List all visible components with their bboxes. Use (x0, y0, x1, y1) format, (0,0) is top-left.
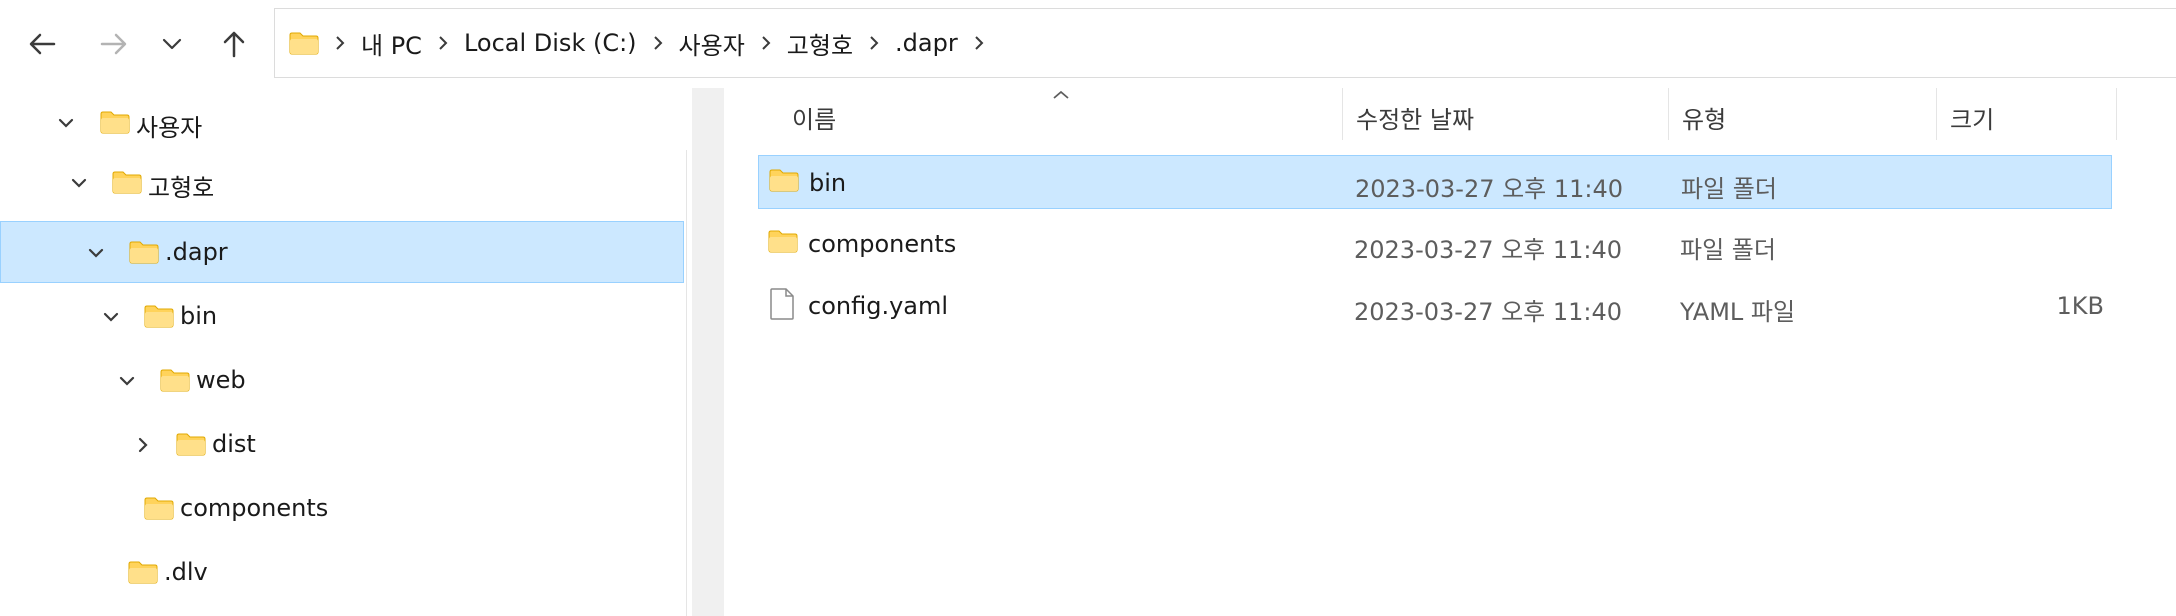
tree-item-web[interactable]: web (0, 350, 684, 412)
arrow-right-icon (100, 33, 127, 55)
tree-item-label: bin (180, 302, 218, 330)
folder-icon (768, 230, 798, 253)
file-name: bin (809, 169, 847, 197)
tree-item-label: dist (212, 430, 256, 458)
tree-item-dist[interactable]: dist (0, 414, 684, 476)
tree-item-label: .dlv (164, 558, 208, 586)
column-header-name[interactable]: 이름 (792, 100, 836, 135)
folder-icon (769, 169, 799, 192)
chevron-down-icon[interactable] (116, 370, 138, 392)
file-type: YAML 파일 (1680, 298, 1796, 326)
tree-item-dapr[interactable]: .dapr (0, 221, 684, 283)
tree-item-user[interactable]: 고형호 (0, 152, 684, 214)
sort-ascending-icon (1053, 90, 1069, 99)
chevron-right-icon (761, 35, 771, 51)
tree-item-label: .dapr (165, 238, 228, 266)
navigation-pane: 사용자 고형호 .dapr bin web dist components .d… (0, 88, 688, 616)
chevron-right-icon (653, 35, 663, 51)
breadcrumb-item-users[interactable]: 사용자 (679, 26, 745, 61)
chevron-down-icon[interactable] (55, 112, 77, 134)
tree-item-dlv[interactable]: .dlv (0, 542, 684, 604)
column-divider[interactable] (1342, 88, 1343, 140)
breadcrumb-item-local-disk[interactable]: Local Disk (C:) (464, 29, 637, 57)
column-headers: 이름 수정한 날짜 유형 크기 (724, 88, 2176, 140)
column-divider[interactable] (2116, 88, 2117, 140)
folder-icon (112, 171, 142, 194)
folder-icon (289, 31, 319, 55)
breadcrumb-item-dapr[interactable]: .dapr (895, 29, 958, 57)
chevron-right-icon[interactable] (974, 35, 984, 51)
tree-item-label: components (180, 494, 329, 522)
chevron-down-icon[interactable] (85, 242, 107, 264)
chevron-down-icon[interactable] (68, 172, 90, 194)
tree-item-bin[interactable]: bin (0, 286, 684, 348)
column-header-type[interactable]: 유형 (1682, 100, 1726, 135)
file-name: components (808, 230, 957, 258)
arrow-up-icon (223, 31, 245, 58)
tree-item-components[interactable]: components (0, 478, 684, 540)
folder-icon (176, 433, 206, 456)
column-divider[interactable] (1668, 88, 1669, 140)
pane-divider[interactable] (686, 150, 687, 616)
breadcrumb-item-user[interactable]: 고형호 (787, 26, 853, 61)
tree-item-label: web (196, 366, 246, 394)
recent-locations-button[interactable] (150, 22, 194, 66)
file-type: 파일 폴더 (1680, 236, 1776, 264)
tree-item-label: 고형호 (148, 174, 215, 202)
column-divider[interactable] (1936, 88, 1937, 140)
file-row[interactable]: bin 2023-03-27 오후 11:40 파일 폴더 (758, 155, 2112, 209)
chevron-down-icon (162, 38, 182, 50)
chevron-right-icon (869, 35, 879, 51)
breadcrumb-item-this-pc[interactable]: 내 PC (361, 26, 422, 61)
folder-icon (160, 369, 190, 392)
tree-item-label: 사용자 (136, 114, 203, 142)
folder-icon (144, 305, 174, 328)
file-type: 파일 폴더 (1681, 175, 1777, 203)
file-size: 1KB (2056, 292, 2104, 320)
back-button[interactable] (20, 22, 64, 66)
chevron-right-icon (438, 35, 448, 51)
up-button[interactable] (212, 22, 256, 66)
forward-button[interactable] (92, 22, 136, 66)
file-date: 2023-03-27 오후 11:40 (1354, 236, 1623, 264)
file-row[interactable]: config.yaml 2023-03-27 오후 11:40 YAML 파일 … (758, 279, 2112, 333)
tree-item-users[interactable]: 사용자 (0, 92, 684, 154)
arrow-left-icon (29, 33, 56, 55)
folder-icon (129, 241, 159, 264)
file-icon (770, 288, 794, 320)
folder-icon (100, 111, 130, 134)
scrollbar[interactable] (692, 88, 724, 616)
file-date: 2023-03-27 오후 11:40 (1354, 298, 1623, 326)
file-row[interactable]: components 2023-03-27 오후 11:40 파일 폴더 (758, 217, 2112, 271)
file-date: 2023-03-27 오후 11:40 (1355, 175, 1624, 203)
file-name: config.yaml (808, 292, 949, 320)
chevron-right-icon[interactable] (132, 434, 154, 456)
chevron-down-icon[interactable] (100, 306, 122, 328)
column-header-date[interactable]: 수정한 날짜 (1356, 100, 1474, 135)
chevron-right-icon (335, 35, 345, 51)
column-header-size[interactable]: 크기 (1950, 100, 1994, 135)
address-bar[interactable]: 내 PC Local Disk (C:) 사용자 고형호 .dapr (274, 8, 2176, 78)
folder-icon (128, 561, 158, 584)
folder-icon (144, 497, 174, 520)
